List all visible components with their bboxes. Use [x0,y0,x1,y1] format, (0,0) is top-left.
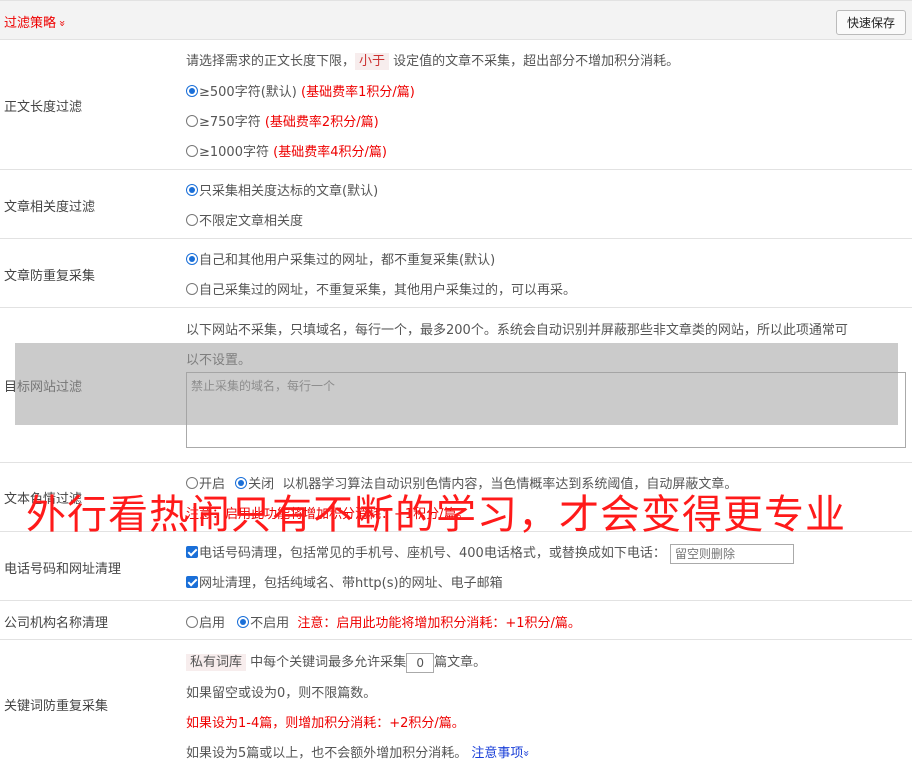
keyword-dup-line2: 如果留空或设为0，则不限篇数。 [186,686,377,701]
keyword-dup-line1: 私有词库 中每个关键词最多允许采集篇文章。 [186,651,486,673]
keyword-dup-row: 关键词防重复采集 私有词库 中每个关键词最多允许采集篇文章。 如果留空或设为0，… [0,640,912,768]
max-articles-input[interactable] [406,652,435,673]
relevance-filter-label: 文章相关度过滤 [4,200,96,215]
site-filter-desc-2: 以不设置。 [186,353,252,368]
radio-button[interactable] [186,115,198,127]
radio-button[interactable] [235,477,248,489]
length-option-750[interactable]: ≥750字符 (基础费率2积分/篇) [186,111,379,130]
blocked-domains-textarea[interactable] [186,372,906,448]
org-clean-row: 公司机构名称清理 启用 不启用 注意：启用此功能将增加积分消耗：+1积分/篇。 [0,601,912,640]
org-clean-enable[interactable]: 启用 [186,616,225,631]
chevron-down-icon: » [520,750,534,757]
length-option-1000[interactable]: ≥1000字符 (基础费率4积分/篇) [186,141,387,160]
text-filter-row: 文本色情过滤 开启 关闭 以机器学习算法自动识别色情内容，当色情概率达到系统阈值… [0,463,912,532]
chevron-down-icon: » [55,20,69,27]
private-lexicon-tag: 私有词库 [186,654,247,671]
duplicate-filter-row: 文章防重复采集 自己和其他用户采集过的网址，都不重复采集(默认) 自己采集过的网… [0,239,912,308]
section-title[interactable]: 过滤策略» [4,12,69,31]
length-filter-desc: 请选择需求的正文长度下限， 小于 设定值的文章不采集，超出部分不增加积分消耗。 [186,53,680,70]
replacement-phone-input[interactable] [669,543,794,564]
quick-save-button[interactable]: 快速保存 [836,10,906,35]
relevance-option-strict[interactable]: 只采集相关度达标的文章(默认) [186,180,378,199]
checkbox[interactable] [186,546,198,558]
site-filter-label: 目标网站过滤 [4,380,83,395]
duplicate-option-self[interactable]: 自己采集过的网址，不重复采集，其他用户采集过的，可以再采。 [186,279,576,298]
keyword-dup-label: 关键词防重复采集 [4,699,109,714]
phone-clean-row: 电话号码和网址清理 电话号码清理，包括常见的手机号、座机号、400电话格式，或替… [0,532,912,601]
org-clean-label: 公司机构名称清理 [4,616,109,631]
radio-button[interactable] [237,616,250,628]
text-filter-off[interactable]: 关闭 [235,477,274,492]
relevance-filter-row: 文章相关度过滤 只采集相关度达标的文章(默认) 不限定文章相关度 [0,170,912,239]
duplicate-filter-label: 文章防重复采集 [4,269,96,284]
org-clean-options: 启用 不启用 注意：启用此功能将增加积分消耗：+1积分/篇。 [186,612,581,631]
site-filter-desc-1: 以下网站不采集，只填域名，每行一个，最多200个。系统会自动识别并屏蔽那些非文章… [186,323,848,338]
phone-clean-label: 电话号码和网址清理 [4,562,122,577]
keyword-dup-line3: 如果设为1-4篇，则增加积分消耗：+2积分/篇。 [186,716,465,731]
keyword-dup-line4: 如果设为5篇或以上，也不会额外增加积分消耗。 注意事项» [186,746,534,761]
radio-button[interactable] [186,145,198,157]
radio-button[interactable] [186,616,198,628]
length-filter-row: 正文长度过滤 请选择需求的正文长度下限， 小于 设定值的文章不采集，超出部分不增加… [0,40,912,170]
text-filter-options: 开启 关闭 以机器学习算法自动识别色情内容，当色情概率达到系统阈值，自动屏蔽文章… [186,473,737,492]
less-than-tag: 小于 [355,53,390,70]
filter-strategy-header: 过滤策略» 快速保存 [0,0,912,40]
notes-link[interactable]: 注意事项» [471,746,534,761]
radio-button[interactable] [186,283,198,295]
radio-button[interactable] [186,477,198,489]
radio-button[interactable] [186,85,198,97]
relevance-option-any[interactable]: 不限定文章相关度 [186,210,303,229]
text-filter-label: 文本色情过滤 [4,492,83,507]
org-clean-disable[interactable]: 不启用 [237,616,289,631]
checkbox[interactable] [186,576,198,588]
radio-button[interactable] [186,214,198,226]
url-clean-option[interactable]: 网址清理，包括纯域名、带http(s)的网址、电子邮箱 [186,572,503,591]
length-filter-label: 正文长度过滤 [4,100,83,115]
text-filter-note: 注意：启用此功能将增加积分消耗：+1积分/篇。 [186,507,470,522]
length-option-500[interactable]: ≥500字符(默认) (基础费率1积分/篇) [186,81,415,100]
phone-clean-option[interactable]: 电话号码清理，包括常见的手机号、座机号、400电话格式，或替换成如下电话： [186,542,794,564]
text-filter-on[interactable]: 开启 [186,477,225,492]
radio-button[interactable] [186,184,198,196]
radio-button[interactable] [186,253,198,265]
duplicate-option-all[interactable]: 自己和其他用户采集过的网址，都不重复采集(默认) [186,249,495,268]
